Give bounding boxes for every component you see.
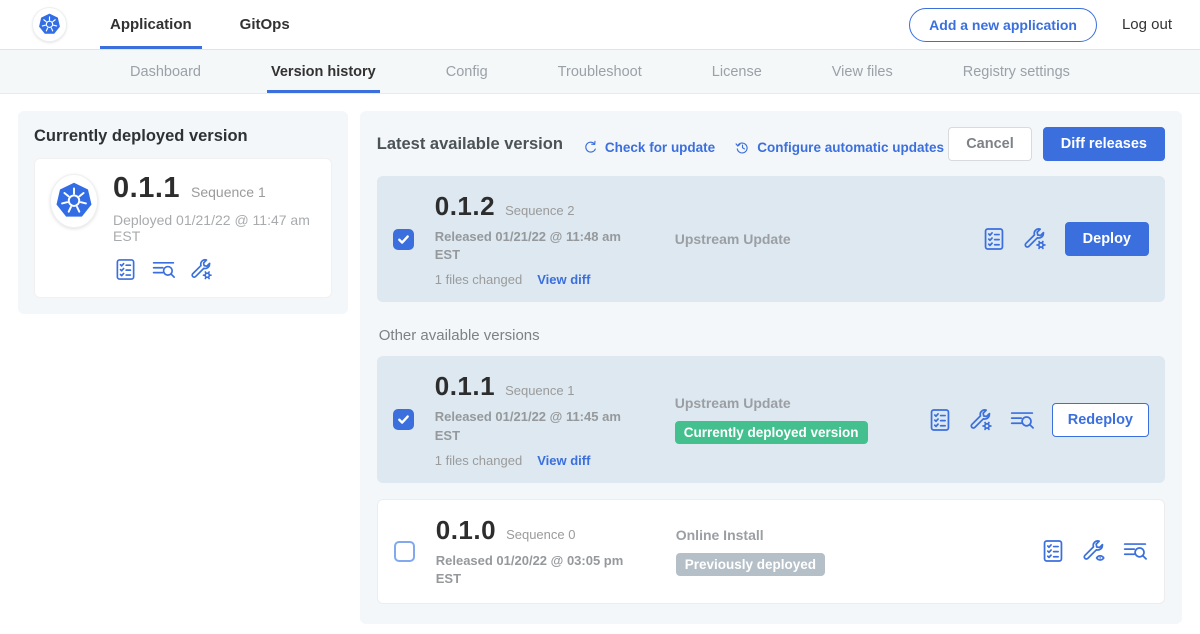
deployed-timestamp: Deployed 01/21/22 @ 11:47 am EST bbox=[113, 212, 315, 244]
top-nav-bar: Application GitOps Add a new application… bbox=[0, 0, 1200, 50]
version-source-label: Online Install bbox=[676, 527, 928, 543]
checklist-icon[interactable] bbox=[113, 257, 138, 282]
check-for-update-link[interactable]: Check for update bbox=[582, 139, 715, 156]
files-changed-label: 1 files changed bbox=[435, 272, 522, 287]
wrench-eye-icon[interactable] bbox=[1081, 538, 1107, 564]
kubernetes-logo bbox=[33, 8, 66, 41]
subnav-item-license[interactable]: License bbox=[708, 50, 766, 93]
view-diff-link[interactable]: View diff bbox=[537, 453, 590, 468]
files-changed-label: 1 files changed bbox=[435, 453, 522, 468]
wrench-gear-icon[interactable] bbox=[968, 407, 994, 433]
logout-link[interactable]: Log out bbox=[1122, 16, 1172, 33]
deploy-button[interactable]: Deploy bbox=[1065, 222, 1149, 256]
app-subnav: Dashboard Version history Config Troublesho… bbox=[0, 50, 1200, 94]
released-timestamp: Released 01/21/22 @ 11:48 am EST bbox=[435, 228, 631, 264]
main-tabs: Application GitOps bbox=[100, 0, 300, 49]
current-version-panel: Currently deployed version bbox=[18, 111, 348, 314]
version-row: 0.1.1 Sequence 1 Released 01/21/22 @ 11:… bbox=[377, 356, 1165, 482]
version-sequence: Sequence 0 bbox=[506, 527, 575, 542]
version-row: 0.1.0 Sequence 0 Released 01/20/22 @ 03:… bbox=[377, 499, 1165, 604]
current-version-number: 0.1.1 bbox=[113, 172, 180, 205]
checklist-icon[interactable] bbox=[927, 407, 953, 433]
app-icon bbox=[51, 175, 97, 227]
released-timestamp: Released 01/20/22 @ 03:05 pm EST bbox=[436, 552, 632, 588]
subnav-item-troubleshoot[interactable]: Troubleshoot bbox=[554, 50, 646, 93]
subnav-item-version-history[interactable]: Version history bbox=[267, 50, 380, 93]
current-version-sequence: Sequence 1 bbox=[191, 184, 266, 200]
version-history-panel: Latest available version Check for updat… bbox=[360, 111, 1182, 624]
tab-application[interactable]: Application bbox=[100, 0, 202, 49]
view-diff-link[interactable]: View diff bbox=[537, 272, 590, 287]
lines-magnifier-icon[interactable] bbox=[151, 257, 176, 282]
released-timestamp: Released 01/21/22 @ 11:45 am EST bbox=[435, 408, 631, 444]
redeploy-button[interactable]: Redeploy bbox=[1052, 403, 1149, 437]
kubernetes-wheel-icon bbox=[37, 12, 62, 37]
configure-automatic-updates-link[interactable]: Configure automatic updates bbox=[734, 139, 944, 156]
latest-version-header: Latest available version Check for updat… bbox=[377, 127, 1165, 161]
version-row: 0.1.2 Sequence 2 Released 01/21/22 @ 11:… bbox=[377, 176, 1165, 302]
tab-gitops[interactable]: GitOps bbox=[230, 0, 300, 49]
lines-magnifier-icon[interactable] bbox=[1009, 407, 1035, 433]
diff-releases-button[interactable]: Diff releases bbox=[1043, 127, 1165, 161]
subnav-item-registry-settings[interactable]: Registry settings bbox=[959, 50, 1074, 93]
add-application-button[interactable]: Add a new application bbox=[909, 8, 1097, 42]
main-content: Currently deployed version bbox=[0, 94, 1200, 634]
version-sequence: Sequence 2 bbox=[505, 203, 574, 218]
version-checkbox[interactable] bbox=[393, 229, 414, 250]
wrench-gear-icon[interactable] bbox=[1022, 226, 1048, 252]
checklist-icon[interactable] bbox=[1040, 538, 1066, 564]
subnav-item-config[interactable]: Config bbox=[442, 50, 492, 93]
subnav-item-dashboard[interactable]: Dashboard bbox=[126, 50, 205, 93]
lines-magnifier-icon[interactable] bbox=[1122, 538, 1148, 564]
version-number: 0.1.0 bbox=[436, 515, 496, 546]
cancel-button[interactable]: Cancel bbox=[948, 127, 1032, 161]
version-number: 0.1.1 bbox=[435, 371, 495, 402]
deploy-status-badge: Previously deployed bbox=[676, 553, 825, 576]
latest-version-title: Latest available version bbox=[377, 135, 563, 154]
version-number: 0.1.2 bbox=[435, 191, 495, 222]
refresh-icon bbox=[582, 139, 599, 156]
version-source-label: Upstream Update bbox=[675, 395, 927, 411]
checklist-icon[interactable] bbox=[981, 226, 1007, 252]
deploy-status-badge: Currently deployed version bbox=[675, 421, 868, 444]
current-version-card: 0.1.1 Sequence 1 Deployed 01/21/22 @ 11:… bbox=[34, 158, 332, 298]
version-source-label: Upstream Update bbox=[675, 231, 927, 247]
current-version-title: Currently deployed version bbox=[34, 127, 332, 146]
other-versions-label: Other available versions bbox=[379, 327, 1163, 344]
version-checkbox[interactable] bbox=[394, 541, 415, 562]
version-sequence: Sequence 1 bbox=[505, 383, 574, 398]
version-checkbox[interactable] bbox=[393, 409, 414, 430]
subnav-item-view-files[interactable]: View files bbox=[828, 50, 897, 93]
wrench-gear-icon[interactable] bbox=[189, 257, 214, 282]
auto-update-icon bbox=[734, 139, 751, 156]
